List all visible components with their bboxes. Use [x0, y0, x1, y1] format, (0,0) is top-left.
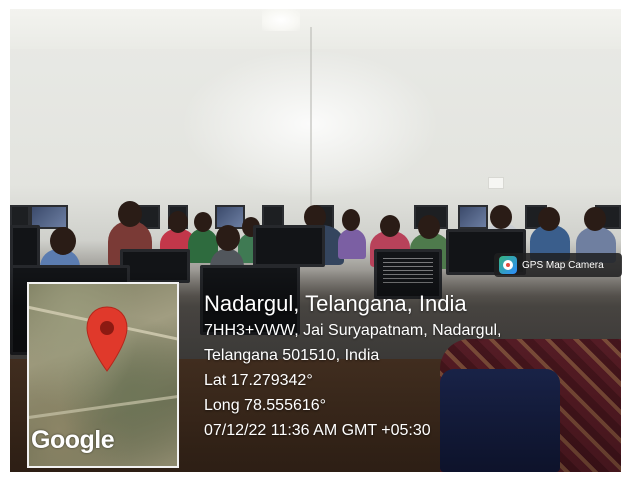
map-thumbnail: Google	[27, 282, 179, 468]
student-head	[418, 215, 440, 239]
student-head	[50, 227, 76, 255]
longitude: Long 78.555616°	[204, 397, 327, 414]
student-head	[118, 201, 142, 227]
address-line-2: Telangana 501510, India	[204, 347, 380, 364]
ceiling-light	[262, 9, 300, 31]
location-title: Nadargul, Telangana, India	[204, 291, 467, 316]
student-head	[490, 205, 512, 229]
student-head	[168, 211, 188, 233]
map-road	[29, 390, 177, 421]
address-line-1: 7HH3+VWW, Jai Suryapatnam, Nadargul,	[204, 322, 502, 339]
latitude: Lat 17.279342°	[204, 372, 313, 389]
student-head	[342, 209, 360, 231]
gps-map-camera-badge: GPS Map Camera	[494, 253, 622, 277]
student-head	[194, 212, 212, 232]
wall-corner	[310, 27, 312, 207]
student-head	[584, 207, 606, 231]
location-info: Nadargul, Telangana, India 7HH3+VWW, Jai…	[204, 290, 501, 443]
student-head	[380, 215, 400, 237]
wall-notice	[488, 177, 504, 189]
gps-map-camera-icon	[499, 256, 517, 274]
ceiling	[10, 9, 621, 49]
timestamp: 07/12/22 11:36 AM GMT +05:30	[204, 422, 431, 439]
monitor	[253, 225, 325, 267]
map-pin-icon	[85, 306, 129, 372]
student-head	[538, 207, 560, 231]
student	[338, 229, 366, 259]
monitor	[458, 205, 488, 229]
badge-label: GPS Map Camera	[522, 259, 604, 271]
student-head	[216, 225, 240, 251]
google-logo: Google	[31, 426, 115, 454]
